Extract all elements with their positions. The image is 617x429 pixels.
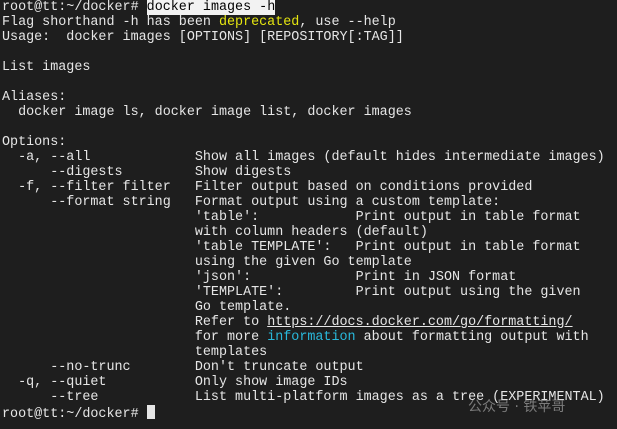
terminal-text: Go template. bbox=[2, 300, 292, 315]
terminal-line: Usage: docker images [OPTIONS] [REPOSITO… bbox=[2, 30, 605, 45]
terminal-text: Flag shorthand -h has been bbox=[2, 15, 219, 30]
terminal-output[interactable]: root@tt:~/docker# docker images -h Flag s… bbox=[2, 0, 605, 422]
terminal-line: docker image ls, docker image list, dock… bbox=[2, 105, 605, 120]
terminal-line: Go template. bbox=[2, 300, 605, 315]
terminal-text: 'TEMPLATE': Print output using the given bbox=[2, 285, 581, 300]
terminal-text: Usage: docker images [OPTIONS] [REPOSITO… bbox=[2, 30, 404, 45]
terminal-text: 'table TEMPLATE': Print output in table … bbox=[2, 240, 581, 255]
terminal-line: -a, --all Show all images (default hides… bbox=[2, 150, 605, 165]
terminal-text: --format string Format output using a cu… bbox=[2, 195, 501, 210]
terminal-text: 'table': Print output in table format bbox=[2, 210, 581, 225]
terminal-line: for more information about formatting ou… bbox=[2, 330, 605, 345]
terminal-cursor bbox=[146, 405, 155, 419]
terminal-text: -f, --filter filter Filter output based … bbox=[2, 180, 533, 195]
terminal-line: --format string Format output using a cu… bbox=[2, 195, 605, 210]
terminal-line: with column headers (default) bbox=[2, 225, 605, 240]
terminal-text: for more bbox=[2, 330, 268, 345]
terminal-text: root@tt:~/docker# bbox=[2, 0, 147, 15]
terminal-text: with column headers (default) bbox=[2, 225, 428, 240]
terminal-text: -q, --quiet Only show image IDs bbox=[2, 375, 348, 390]
terminal-line: 'table': Print output in table format bbox=[2, 210, 605, 225]
terminal-text: --digests Show digests bbox=[2, 165, 292, 180]
command-text: docker images -h bbox=[146, 0, 276, 15]
terminal-text: templates bbox=[2, 345, 268, 360]
terminal-text: -a, --all Show all images (default hides… bbox=[2, 150, 605, 165]
terminal-line: 'TEMPLATE': Print output using the given bbox=[2, 285, 605, 300]
terminal-text: Refer to bbox=[2, 315, 268, 330]
terminal-line: Options: bbox=[2, 135, 605, 150]
terminal-line: 'json': Print in JSON format bbox=[2, 270, 605, 285]
terminal-text: Aliases: bbox=[2, 90, 67, 105]
terminal-line: root@tt:~/docker# docker images -h bbox=[2, 0, 605, 15]
terminal-text: List images bbox=[2, 60, 91, 75]
terminal-text: using the given Go template bbox=[2, 255, 412, 270]
terminal-line: --digests Show digests bbox=[2, 165, 605, 180]
deprecated-keyword: deprecated bbox=[218, 15, 300, 30]
information-keyword: information bbox=[267, 330, 356, 345]
terminal-text: about formatting output with bbox=[355, 330, 589, 345]
terminal-line: Refer to https://docs.docker.com/go/form… bbox=[2, 315, 605, 330]
terminal-line: 'table TEMPLATE': Print output in table … bbox=[2, 240, 605, 255]
watermark: 公众号 · 铁苹哥 bbox=[468, 399, 566, 415]
terminal-line: Flag shorthand -h has been deprecated, u… bbox=[2, 15, 605, 30]
terminal-text: , use --help bbox=[299, 15, 396, 30]
terminal-line: -q, --quiet Only show image IDs bbox=[2, 375, 605, 390]
terminal-line: templates bbox=[2, 345, 605, 360]
terminal-line: --no-trunc Don't truncate output bbox=[2, 360, 605, 375]
terminal-line: -f, --filter filter Filter output based … bbox=[2, 180, 605, 195]
terminal-text: Options: bbox=[2, 135, 67, 150]
terminal-text: docker image ls, docker image list, dock… bbox=[2, 105, 412, 120]
terminal-line: using the given Go template bbox=[2, 255, 605, 270]
terminal-text: 'json': Print in JSON format bbox=[2, 270, 517, 285]
terminal-text: --no-trunc Don't truncate output bbox=[2, 360, 364, 375]
docs-link[interactable]: https://docs.docker.com/go/formatting/ bbox=[267, 315, 572, 330]
terminal-text: root@tt:~/docker# bbox=[2, 407, 147, 422]
terminal-line: Aliases: bbox=[2, 90, 605, 105]
terminal-line: List images bbox=[2, 60, 605, 75]
